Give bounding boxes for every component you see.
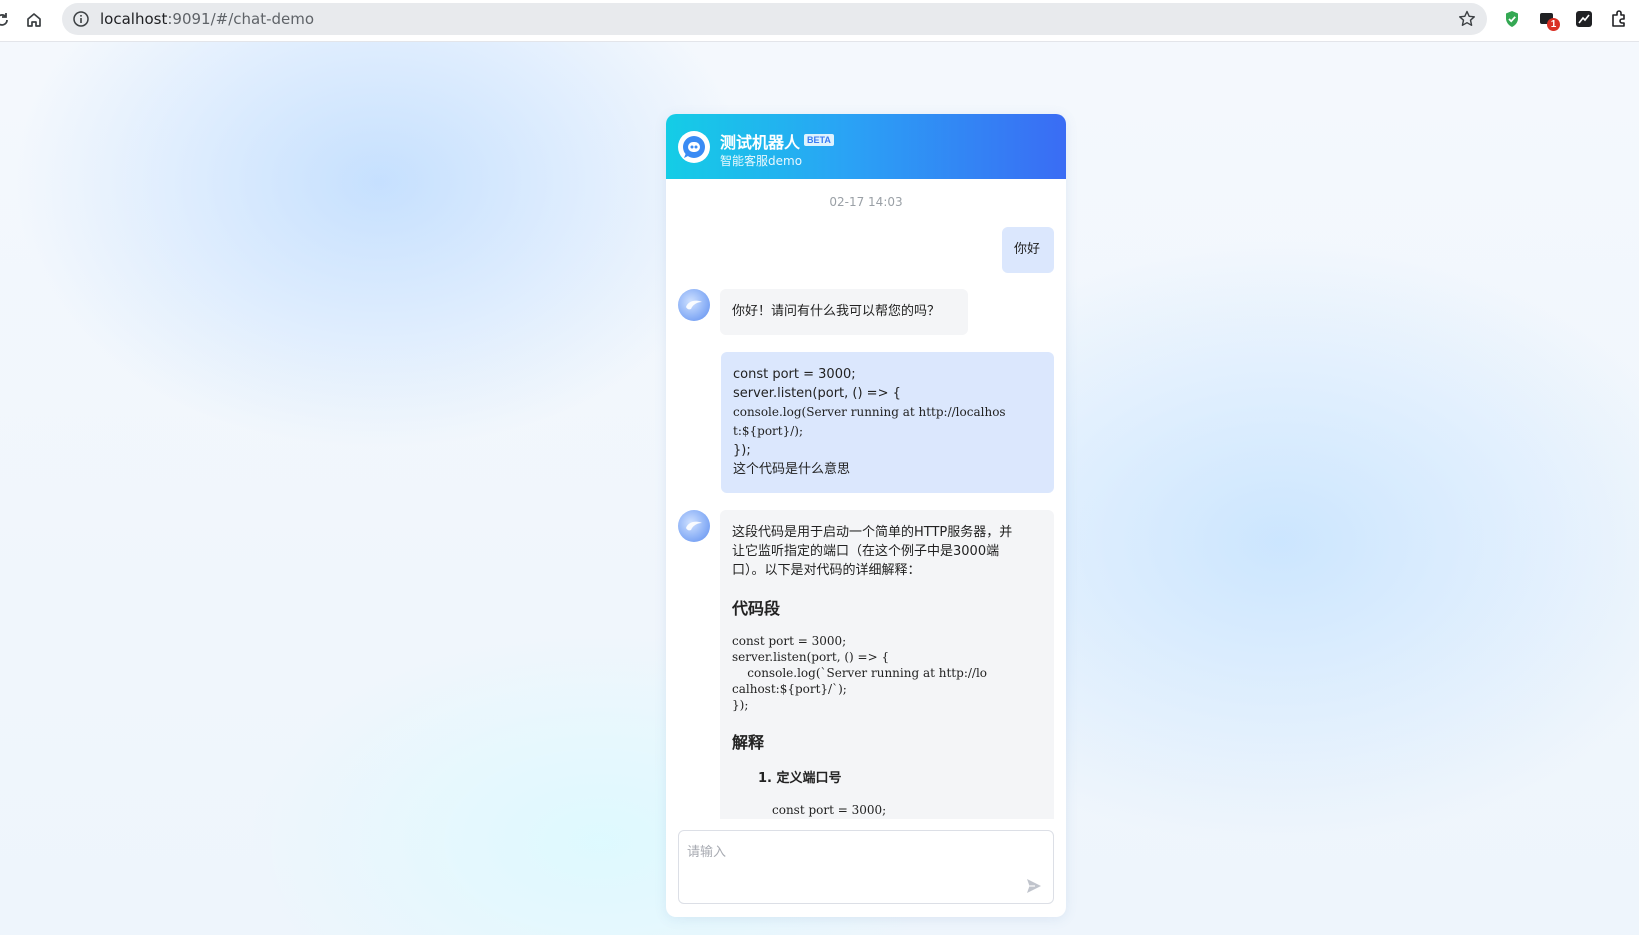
site-info-icon[interactable] — [72, 10, 90, 28]
address-bar[interactable]: localhost:9091/#/chat-demo — [62, 3, 1487, 35]
list-item: 1. 定义端口号 — [758, 771, 842, 786]
answer-heading: 代码段 — [732, 599, 781, 618]
code-line: const port = 3000; — [732, 634, 847, 648]
chat-window: 测试机器人 BETA 智能客服demo 02-17 14:03 你好 你好！请问… — [666, 114, 1066, 917]
user-message: const port = 3000; server.listen(port, (… — [721, 352, 1054, 493]
bot-title: 测试机器人 — [720, 133, 801, 152]
message-timestamp: 02-17 14:03 — [829, 195, 903, 209]
bot-avatar-icon — [678, 510, 710, 542]
chat-header: 测试机器人 BETA 智能客服demo — [666, 114, 1066, 179]
message-input-box[interactable] — [678, 830, 1054, 904]
code-line: calhost:${port}/`); — [732, 682, 847, 696]
user-message-line: const port = 3000; — [733, 367, 856, 382]
bot-subtitle: 智能客服demo — [720, 154, 803, 168]
beta-badge: BETA — [804, 134, 834, 146]
bot-message: 这段代码是用于启动一个简单的HTTP服务器，并 让它监听指定的端口（在这个例子中… — [720, 510, 1054, 819]
bot-message: 你好！请问有什么我可以帮您的吗？ — [720, 289, 968, 335]
chart-extension-icon[interactable] — [1574, 9, 1594, 29]
message-input[interactable] — [679, 831, 1053, 903]
answer-heading: 解释 — [732, 733, 765, 752]
url-path: :9091/#/chat-demo — [167, 10, 315, 28]
user-message: 你好 — [1002, 227, 1054, 273]
browser-toolbar: localhost:9091/#/chat-demo 1 — [0, 0, 1639, 42]
user-message-line: console.log(Server running at http://loc… — [733, 405, 1006, 419]
url-host: localhost — [100, 10, 168, 28]
user-message-line: 这个代码是什么意思 — [733, 462, 851, 477]
bot-message-text: 你好！请问有什么我可以帮您的吗？ — [732, 304, 941, 319]
send-icon[interactable] — [1025, 877, 1043, 895]
reload-icon[interactable] — [0, 8, 14, 32]
bookmark-star-icon[interactable] — [1457, 9, 1477, 29]
url-text[interactable]: localhost:9091/#/chat-demo — [100, 10, 314, 28]
code-block[interactable]: const port = 3000; server.listen(port, ()… — [732, 633, 1042, 713]
shield-extension-icon[interactable] — [1502, 9, 1522, 29]
code-line: const port = 3000; — [772, 803, 887, 817]
message-list[interactable]: 02-17 14:03 你好 你好！请问有什么我可以帮您的吗？ const po… — [666, 179, 1066, 819]
code-line: console.log(`Server running at http://lo — [732, 666, 988, 680]
user-message-line: server.listen(port, () => { — [733, 386, 901, 401]
code-line: server.listen(port, () => { — [732, 650, 890, 664]
bot-avatar-icon — [678, 289, 710, 321]
user-message-line: t:${port}/); — [733, 424, 804, 438]
extension-badge: 1 — [1547, 18, 1560, 31]
home-icon[interactable] — [22, 8, 46, 32]
bot-message-line: 口）。以下是对代码的详细解释： — [732, 563, 921, 578]
extension-notification-icon[interactable]: 1 — [1538, 9, 1560, 31]
bot-message-line: 让它监听指定的端口（在这个例子中是3000端 — [732, 544, 1000, 559]
bot-logo-icon — [678, 131, 710, 163]
bot-message-line: 这段代码是用于启动一个简单的HTTP服务器，并 — [732, 525, 1013, 540]
user-message-text: 你好 — [1014, 242, 1041, 257]
user-message-line: }); — [733, 443, 751, 458]
extensions-puzzle-icon[interactable] — [1609, 9, 1629, 29]
code-line: }); — [732, 698, 749, 712]
